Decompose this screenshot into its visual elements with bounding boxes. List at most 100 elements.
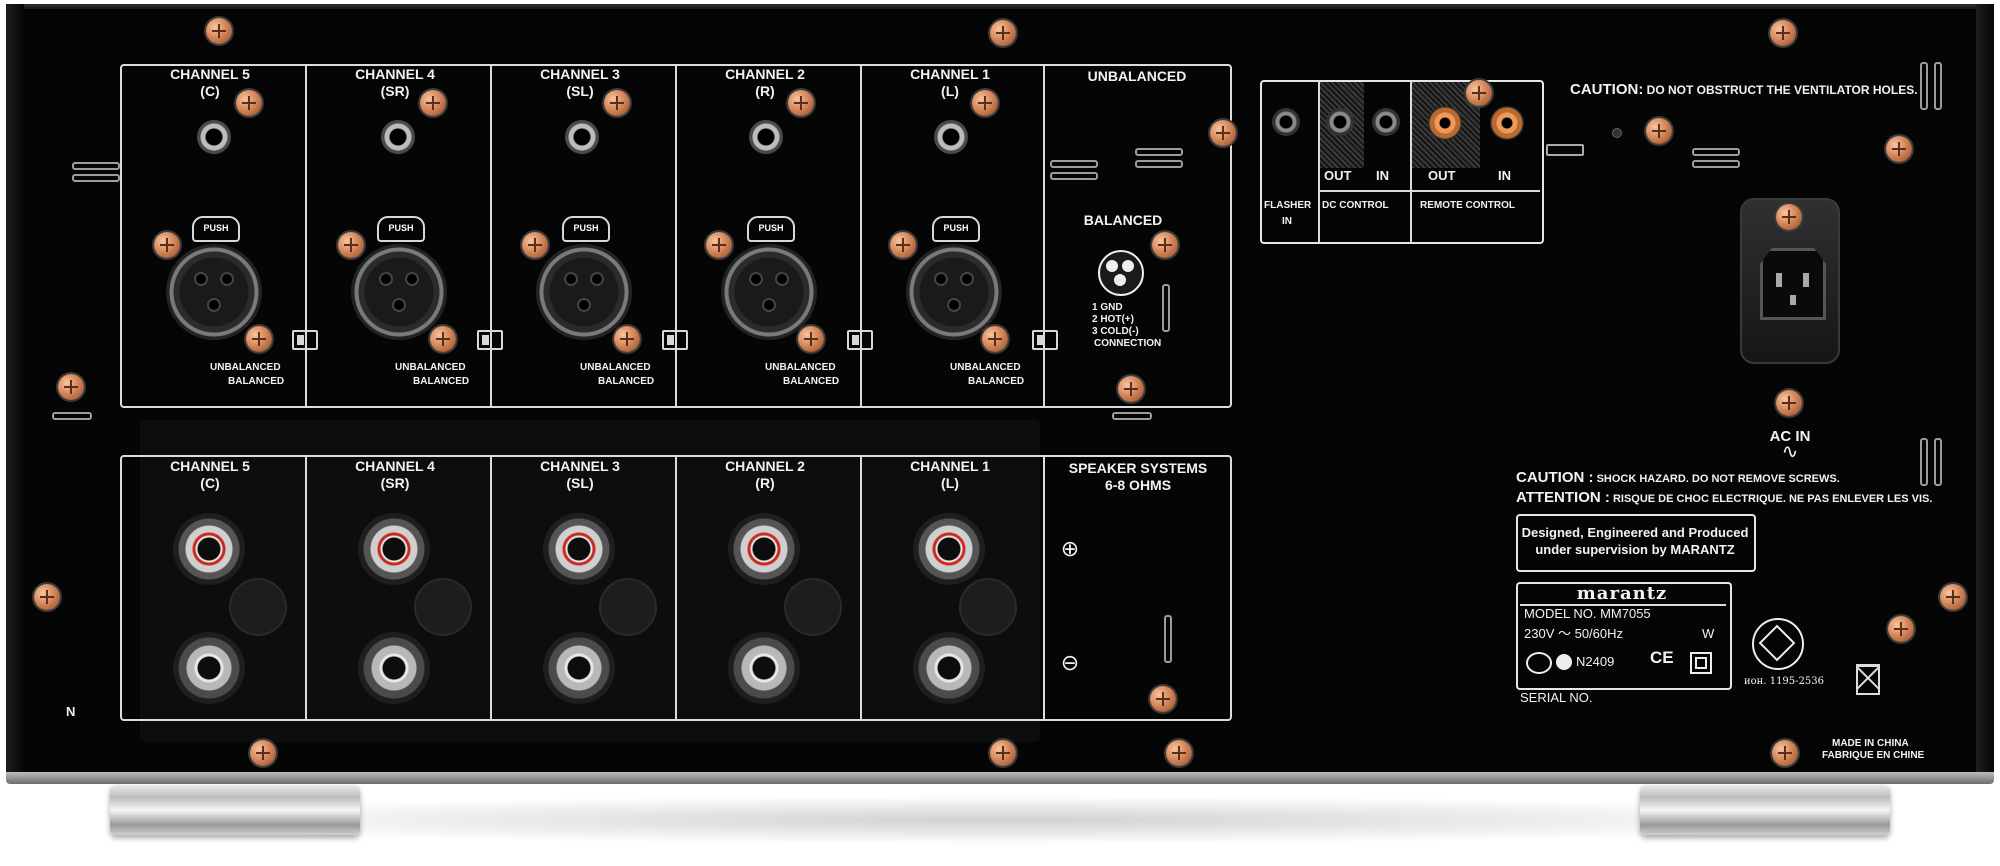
screw	[420, 90, 446, 116]
left-foot	[110, 785, 360, 835]
speaker-terminal-negative[interactable]	[543, 632, 615, 704]
xlr-push-tab[interactable]: PUSH	[377, 216, 425, 242]
screw	[1940, 584, 1966, 610]
legend-unbalanced-symbol	[1135, 160, 1183, 168]
check-mark-icon	[1556, 654, 1572, 670]
legend-unbalanced-title: UNBALANCED	[1087, 68, 1187, 84]
switch-balanced-label: BALANCED	[968, 376, 1025, 387]
screw	[614, 326, 640, 352]
flasher-in-label: IN	[1282, 216, 1292, 227]
watts-label: W	[1702, 626, 1715, 641]
screw	[1886, 136, 1912, 162]
rc-out-jack[interactable]	[1428, 106, 1462, 140]
speaker-terminal-positive[interactable]	[358, 513, 430, 585]
rca-input-jack[interactable]	[381, 120, 415, 154]
switch-balanced-label: BALANCED	[783, 376, 840, 387]
rc-in-jack[interactable]	[1490, 106, 1524, 140]
screw	[1210, 120, 1236, 146]
screw	[604, 90, 630, 116]
pinout-connection: CONNECTION	[1094, 338, 1162, 349]
xlr-push-tab[interactable]: PUSH	[932, 216, 980, 242]
xlr-input-jack[interactable]	[351, 244, 447, 340]
terminal-cap	[416, 580, 470, 634]
xlr-input-jack[interactable]	[536, 244, 632, 340]
speaker-terminal-negative[interactable]	[173, 632, 245, 704]
switch-unbalanced-label: UNBALANCED	[395, 362, 466, 373]
weee-bin-icon	[1855, 664, 1881, 695]
speaker-terminal-positive[interactable]	[913, 513, 985, 585]
input-select-switch[interactable]	[1032, 330, 1058, 350]
xlr-pinout-icon	[1098, 250, 1144, 296]
input-divider	[675, 64, 677, 406]
input-select-switch[interactable]	[847, 330, 873, 350]
floor-shadow	[90, 795, 1910, 845]
input-select-switch[interactable]	[292, 330, 318, 350]
legend-unbalanced-symbol	[1135, 148, 1183, 156]
xlr-push-tab[interactable]: PUSH	[192, 216, 240, 242]
screw	[1646, 118, 1672, 144]
brand-logo: marantz	[1576, 583, 1668, 604]
indicator-dot	[1612, 128, 1622, 138]
switch-balanced-label: BALANCED	[413, 376, 470, 387]
rca-input-jack[interactable]	[749, 120, 783, 154]
xlr-push-tab[interactable]: PUSH	[747, 216, 795, 242]
speaker-divider	[675, 455, 677, 719]
screw	[1772, 740, 1798, 766]
xlr-input-jack[interactable]	[721, 244, 817, 340]
speaker-terminal-negative[interactable]	[358, 632, 430, 704]
legend-unbalanced-symbol	[1050, 172, 1098, 180]
input-channel-label: CHANNEL 5 (C)	[170, 66, 250, 99]
speaker-channel-label: CHANNEL 1 (L)	[910, 458, 990, 491]
screw	[990, 20, 1016, 46]
input-divider	[305, 64, 307, 406]
xlr-push-tab[interactable]: PUSH	[562, 216, 610, 242]
input-select-switch[interactable]	[662, 330, 688, 350]
speaker-divider	[1043, 455, 1045, 719]
rca-input-jack[interactable]	[197, 120, 231, 154]
attention-shock: ATTENTION : RISQUE DE CHOC ELECTRIQUE. N…	[1516, 489, 1933, 506]
terminal-cap	[231, 580, 285, 634]
speaker-terminal-positive[interactable]	[543, 513, 615, 585]
screw	[972, 90, 998, 116]
vent-slot	[72, 162, 120, 170]
rca-input-jack[interactable]	[934, 120, 968, 154]
xlr-input-jack[interactable]	[166, 244, 262, 340]
dc-out-jack[interactable]	[1326, 108, 1354, 136]
speaker-terminal-negative[interactable]	[913, 632, 985, 704]
rc-out-label: OUT	[1428, 168, 1456, 183]
plus-icon: ⊕	[1060, 536, 1080, 561]
input-divider	[490, 64, 492, 406]
vent-slot	[52, 412, 92, 420]
speaker-terminal-positive[interactable]	[173, 513, 245, 585]
dc-in-jack[interactable]	[1372, 108, 1400, 136]
screw	[430, 326, 456, 352]
flasher-jack[interactable]	[1272, 108, 1300, 136]
speaker-terminal-positive[interactable]	[728, 513, 800, 585]
screw	[982, 326, 1008, 352]
input-select-switch[interactable]	[477, 330, 503, 350]
control-hline	[1318, 190, 1540, 192]
speaker-divider	[490, 455, 492, 719]
switch-unbalanced-label: UNBALANCED	[950, 362, 1021, 373]
double-insulation-icon	[1690, 652, 1712, 674]
pinout-cold: 3 COLD(-)	[1092, 326, 1139, 337]
switch-balanced-label: BALANCED	[228, 376, 285, 387]
terminal-cap	[961, 580, 1015, 634]
input-channel-label: CHANNEL 2 (R)	[725, 66, 805, 99]
ac-symbol: ∿	[1781, 441, 1799, 463]
terminal-cap	[786, 580, 840, 634]
screw	[250, 740, 276, 766]
speaker-channel-label: CHANNEL 3 (SL)	[540, 458, 620, 491]
input-channel-label: CHANNEL 3 (SL)	[540, 66, 620, 99]
speaker-marker	[1164, 615, 1172, 663]
model-number: MODEL NO. MM7055	[1524, 606, 1651, 621]
screw	[1888, 616, 1914, 642]
screw	[58, 374, 84, 400]
legend-unbalanced-symbol	[1050, 160, 1098, 168]
speaker-systems-label: SPEAKER SYSTEMS 6-8 OHMS	[1068, 460, 1208, 493]
speaker-terminal-negative[interactable]	[728, 632, 800, 704]
xlr-input-jack[interactable]	[906, 244, 1002, 340]
vent-slot	[1920, 62, 1928, 110]
screw	[206, 18, 232, 44]
rca-input-jack[interactable]	[565, 120, 599, 154]
